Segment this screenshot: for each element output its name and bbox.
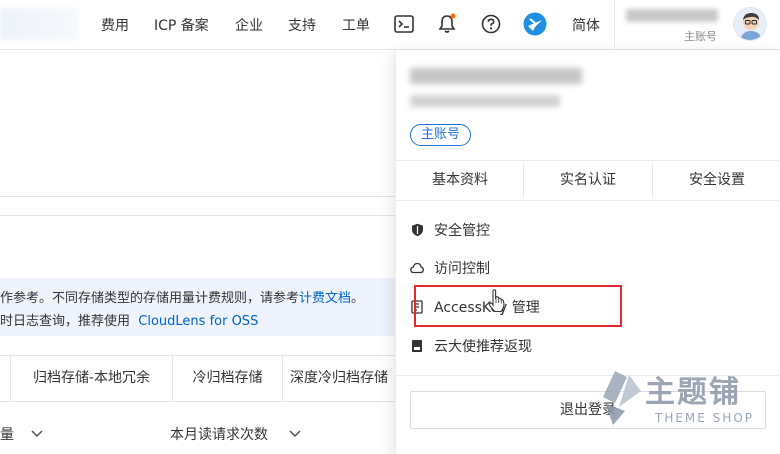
hand-cursor-icon (487, 289, 507, 313)
terminal-icon[interactable] (392, 12, 416, 36)
info-line-1: 作参考。不同存储类型的存储用量计费规则，请参考计费文档。 (0, 287, 364, 306)
help-icon[interactable] (479, 12, 503, 36)
shield-icon (410, 223, 424, 237)
cloudlens-link[interactable]: CloudLens for OSS (138, 314, 258, 329)
content-divider (0, 215, 395, 216)
watermark-emblem-icon (603, 371, 641, 425)
info-line-2: 时日志查询，推荐使用 CloudLens for OSS (0, 310, 258, 329)
account-type-badge: 主账号 (410, 124, 472, 146)
tab-cold-archive[interactable]: 冷归档存储 (172, 356, 282, 401)
user-account-name-redacted[interactable] (626, 9, 718, 22)
info-text: 时日志查询，推荐使用 (0, 314, 131, 329)
user-role-label: 主账号 (684, 30, 717, 43)
menu-label: 访问控制 (434, 261, 490, 277)
info-text: 。 (351, 291, 365, 306)
menu-label: 云大使推荐返现 (434, 339, 532, 355)
gift-card-icon (410, 339, 424, 353)
dropdown-divider (396, 200, 780, 201)
avatar[interactable] (733, 7, 767, 41)
watermark-title: 主题铺 (645, 375, 741, 410)
account-id-redacted (410, 95, 560, 107)
bell-icon[interactable] (435, 12, 459, 36)
nav-ticket[interactable]: 工单 (342, 15, 370, 35)
content-divider (0, 196, 395, 197)
tab-security-settings[interactable]: 安全设置 (653, 160, 780, 200)
tab-real-name-auth[interactable]: 实名认证 (524, 160, 652, 200)
menu-referral-rewards[interactable]: 云大使推荐返现 (410, 334, 532, 358)
app-icon[interactable] (523, 12, 547, 36)
chevron-down-icon[interactable] (288, 426, 302, 440)
chevron-down-icon[interactable] (30, 426, 44, 440)
billing-doc-link[interactable]: 计费文档 (299, 291, 351, 306)
highlight-box (414, 285, 622, 327)
storage-type-tabs: 归档存储-本地冗余 冷归档存储 深度冷归档存储 (0, 355, 395, 402)
metric-select-read-requests[interactable]: 本月读请求次数 (170, 424, 268, 444)
menu-label: 安全管控 (434, 223, 490, 239)
metric-select-left[interactable]: 量 (0, 424, 14, 444)
info-notice: 作参考。不同存储类型的存储用量计费规则，请参考计费文档。 时日志查询，推荐使用 … (0, 278, 395, 336)
nav-enterprise[interactable]: 企业 (235, 15, 263, 35)
language-switch[interactable]: 简体 (572, 15, 600, 35)
console-logo[interactable] (0, 8, 78, 40)
menu-access-control[interactable]: 访问控制 (410, 256, 490, 280)
tab-deep-cold-archive[interactable]: 深度冷归档存储 (282, 356, 395, 401)
tab-basic-info[interactable]: 基本资料 (396, 160, 524, 200)
watermark-subtitle: THEME SHOP (655, 411, 755, 425)
menu-security-control[interactable]: 安全管控 (410, 218, 490, 242)
tab-archive-local[interactable]: 归档存储-本地冗余 (10, 356, 172, 401)
account-email-redacted (410, 68, 582, 84)
nav-support[interactable]: 支持 (288, 15, 316, 35)
cloud-icon (410, 261, 424, 275)
nav-icp[interactable]: ICP 备案 (154, 15, 209, 35)
watermark-logo: 主题铺 THEME SHOP (597, 367, 775, 437)
top-navigation: 费用 ICP 备案 企业 支持 工单 简体 主账号 (0, 0, 780, 50)
info-text: 作参考。不同存储类型的存储用量计费规则，请参考 (0, 291, 300, 306)
nav-divider (614, 0, 615, 50)
nav-billing[interactable]: 费用 (101, 15, 129, 35)
